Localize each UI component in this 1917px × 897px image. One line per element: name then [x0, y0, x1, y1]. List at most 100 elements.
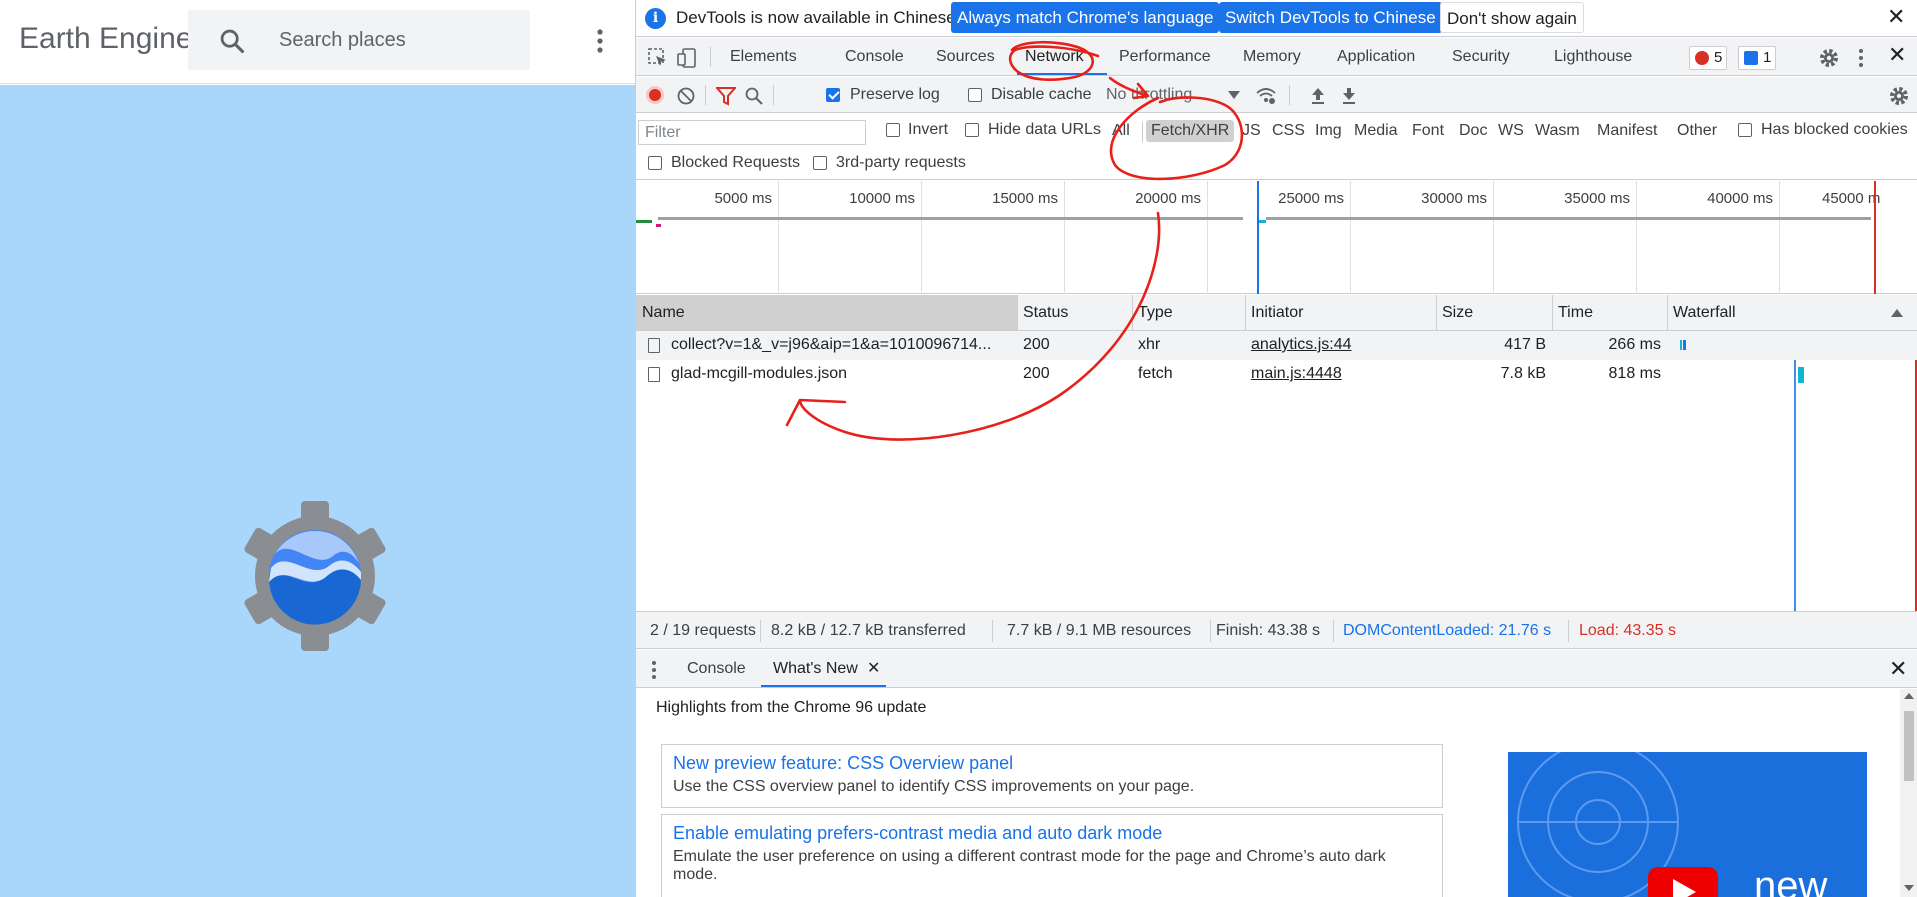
device-toolbar-icon[interactable] — [676, 47, 698, 69]
preserve-log-checkbox[interactable] — [826, 88, 840, 102]
dcl-marker — [1257, 181, 1259, 294]
timeline-tick: 15000 ms — [992, 190, 1058, 207]
close-infobar-icon[interactable]: ✕ — [1887, 4, 1905, 30]
timeline-tick: 35000 ms — [1564, 190, 1630, 207]
blocked-requests-checkbox[interactable] — [648, 156, 662, 170]
type-doc[interactable]: Doc — [1459, 122, 1487, 140]
app-loading-area — [0, 85, 635, 897]
inspect-element-icon[interactable] — [647, 47, 669, 69]
type-all[interactable]: All — [1112, 122, 1130, 140]
type-other[interactable]: Other — [1677, 122, 1717, 140]
search-network-icon[interactable] — [744, 86, 764, 106]
dont-show-again-button[interactable]: Don't show again — [1440, 2, 1584, 33]
filter-icon[interactable] — [716, 86, 736, 106]
throttling-select[interactable]: No throttling — [1106, 86, 1192, 104]
tab-application[interactable]: Application — [1337, 48, 1415, 66]
more-options-icon[interactable] — [1850, 47, 1872, 69]
tab-memory[interactable]: Memory — [1243, 48, 1301, 66]
feature-card[interactable]: New preview feature: CSS Overview panel … — [661, 744, 1443, 808]
has-blocked-cookies-checkbox[interactable] — [1738, 123, 1752, 137]
chrome-update-video-thumbnail[interactable]: new — [1508, 752, 1867, 897]
feature-card-description: Emulate the user preference on using a d… — [673, 848, 1386, 883]
network-conditions-icon[interactable] — [1255, 86, 1277, 106]
drawer-menu-icon[interactable] — [650, 660, 658, 680]
column-name[interactable]: Name — [642, 304, 685, 322]
drawer-scrollbar[interactable] — [1900, 689, 1917, 897]
feature-card-title[interactable]: Enable emulating prefers-contrast media … — [673, 823, 1162, 844]
type-manifest[interactable]: Manifest — [1597, 122, 1657, 140]
waterfall-bar — [1683, 340, 1686, 350]
close-whats-new-icon[interactable]: ✕ — [867, 658, 880, 678]
always-match-language-button[interactable]: Always match Chrome's language — [951, 2, 1220, 33]
tab-lighthouse[interactable]: Lighthouse — [1554, 48, 1632, 66]
summary-resources: 7.7 kB / 9.1 MB resources — [1007, 622, 1192, 639]
close-drawer-icon[interactable]: ✕ — [1889, 656, 1907, 682]
export-har-icon[interactable] — [1340, 85, 1358, 105]
more-vert-icon[interactable] — [588, 26, 612, 56]
tab-performance[interactable]: Performance — [1119, 48, 1211, 66]
type-css[interactable]: CSS — [1272, 122, 1305, 140]
error-count: 5 — [1714, 49, 1723, 66]
request-name[interactable]: glad-mcgill-modules.json — [671, 365, 1011, 383]
clear-icon[interactable] — [676, 86, 696, 106]
scroll-down-icon[interactable] — [1904, 885, 1914, 891]
third-party-checkbox[interactable] — [813, 156, 827, 170]
timeline-tick: 10000 ms — [849, 190, 915, 207]
feature-card-title[interactable]: New preview feature: CSS Overview panel — [673, 753, 1013, 774]
type-ws[interactable]: WS — [1498, 122, 1524, 140]
hide-data-urls-label: Hide data URLs — [988, 121, 1101, 138]
column-type[interactable]: Type — [1138, 304, 1173, 322]
column-status[interactable]: Status — [1023, 304, 1068, 322]
timeline-tick: 40000 ms — [1707, 190, 1773, 207]
column-time[interactable]: Time — [1558, 304, 1593, 322]
column-initiator[interactable]: Initiator — [1251, 304, 1303, 322]
network-overview-timeline[interactable]: 5000 ms 10000 ms 15000 ms 20000 ms 25000… — [636, 181, 1917, 294]
type-js[interactable]: JS — [1242, 122, 1261, 140]
tab-network[interactable]: Network — [1025, 48, 1084, 66]
search-icon[interactable] — [218, 27, 246, 55]
table-row[interactable]: glad-mcgill-modules.json 200 fetch main.… — [636, 360, 1917, 389]
switch-to-chinese-button[interactable]: Switch DevTools to Chinese — [1219, 2, 1442, 33]
close-devtools-icon[interactable]: ✕ — [1888, 42, 1906, 68]
drawer-tabbar: Console What's New ✕ ✕ — [636, 650, 1917, 688]
timeline-tick: 25000 ms — [1278, 190, 1344, 207]
column-waterfall[interactable]: Waterfall — [1673, 304, 1736, 322]
feature-card[interactable]: Enable emulating prefers-contrast media … — [661, 814, 1443, 897]
tab-sources[interactable]: Sources — [936, 48, 995, 66]
search-input[interactable] — [279, 26, 509, 54]
table-row[interactable]: collect?v=1&_v=j96&aip=1&a=1010096714...… — [636, 331, 1917, 360]
disable-cache-checkbox[interactable] — [968, 88, 982, 102]
scroll-up-icon[interactable] — [1904, 693, 1914, 699]
settings-gear-icon[interactable] — [1818, 47, 1840, 69]
tab-security[interactable]: Security — [1452, 48, 1510, 66]
request-initiator[interactable]: analytics.js:44 — [1251, 336, 1352, 354]
import-har-icon[interactable] — [1309, 85, 1327, 105]
type-font[interactable]: Font — [1412, 122, 1444, 140]
message-count-badge[interactable]: 1 — [1738, 46, 1777, 70]
drawer-tab-console[interactable]: Console — [687, 660, 746, 678]
request-initiator[interactable]: main.js:4448 — [1251, 365, 1342, 383]
type-media[interactable]: Media — [1354, 122, 1398, 140]
error-icon — [1695, 51, 1709, 65]
tab-elements[interactable]: Elements — [730, 48, 797, 66]
type-img[interactable]: Img — [1315, 122, 1342, 140]
invert-checkbox[interactable] — [886, 123, 900, 137]
sort-ascending-icon[interactable] — [1891, 309, 1903, 317]
tab-console[interactable]: Console — [845, 48, 904, 66]
throttling-dropdown-icon[interactable] — [1228, 91, 1240, 99]
scroll-thumb[interactable] — [1904, 711, 1914, 781]
network-settings-icon[interactable] — [1888, 85, 1910, 107]
waterfall-bar — [1798, 367, 1804, 383]
drawer-active-tab-indicator — [761, 685, 886, 687]
error-count-badge[interactable]: 5 — [1689, 46, 1728, 70]
filter-input[interactable] — [638, 120, 866, 145]
blocked-requests-label: Blocked Requests — [671, 154, 800, 171]
request-name[interactable]: collect?v=1&_v=j96&aip=1&a=1010096714... — [671, 336, 1011, 354]
type-wasm[interactable]: Wasm — [1535, 122, 1580, 140]
column-size[interactable]: Size — [1442, 304, 1473, 322]
drawer-tab-whats-new[interactable]: What's New — [773, 660, 858, 678]
app-header: Earth Engine A — [0, 0, 635, 84]
record-icon[interactable] — [646, 86, 664, 104]
type-fetch-xhr[interactable]: Fetch/XHR — [1146, 120, 1235, 142]
hide-data-urls-checkbox[interactable] — [965, 123, 979, 137]
